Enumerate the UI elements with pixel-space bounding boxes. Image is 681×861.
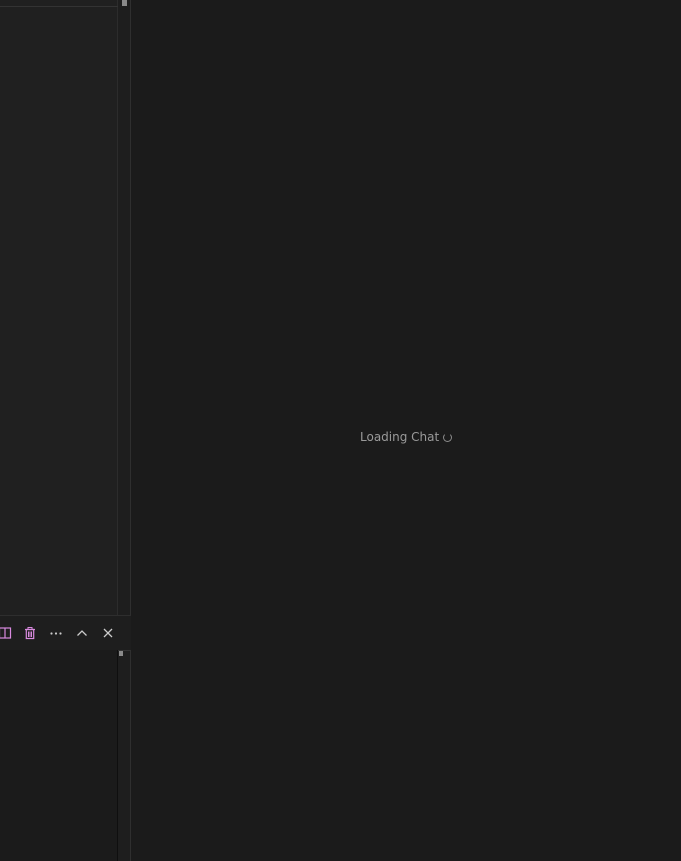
kill-terminal-button[interactable] [22, 625, 38, 641]
app-window: Loading Chat [0, 0, 681, 861]
terminal-panel-toolbar [0, 615, 131, 650]
split-terminal-icon [0, 626, 12, 640]
more-actions-button[interactable] [48, 625, 64, 641]
terminal-scrollbar-thumb[interactable] [119, 651, 123, 656]
close-icon [101, 626, 115, 640]
terminal-scrollbar[interactable] [118, 650, 131, 861]
tab-divider [0, 6, 118, 7]
maximize-panel-button[interactable] [74, 625, 90, 641]
editor-scrollbar[interactable] [118, 0, 131, 615]
loading-text: Loading Chat [360, 430, 440, 444]
editor-area [0, 0, 118, 615]
trash-icon [23, 626, 37, 640]
terminal-body[interactable] [0, 650, 118, 861]
editor-scrollbar-thumb[interactable] [122, 0, 127, 6]
close-panel-button[interactable] [100, 625, 116, 641]
more-actions-icon [49, 626, 63, 640]
loading-spinner-icon [443, 433, 453, 442]
loading-indicator: Loading Chat [360, 430, 453, 444]
chat-panel: Loading Chat [131, 0, 681, 861]
split-terminal-button[interactable] [0, 625, 13, 641]
maximize-panel-icon [75, 626, 89, 640]
